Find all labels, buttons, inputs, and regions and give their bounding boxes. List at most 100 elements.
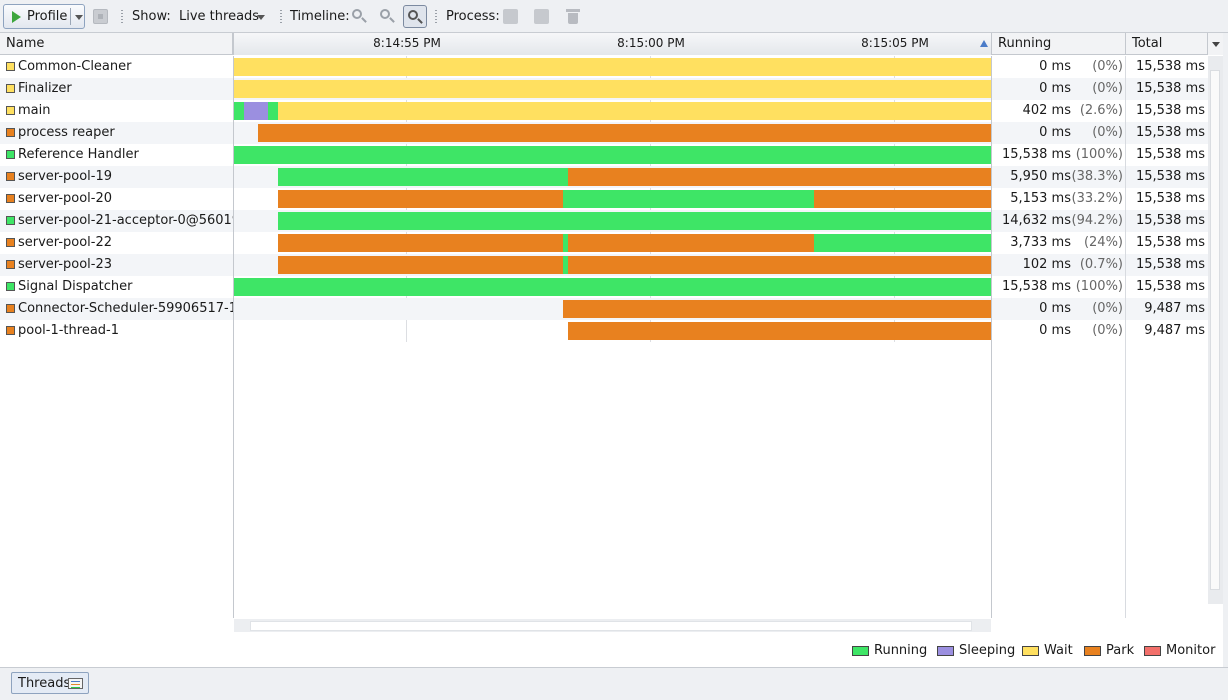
sort-ascending-icon — [980, 40, 988, 47]
table-row[interactable]: server-pool-20 5,153 ms (33.2%) 15,538 ms — [0, 188, 1208, 210]
scrollbar-thumb[interactable] — [1210, 70, 1220, 590]
column-menu-button[interactable] — [1207, 33, 1223, 55]
zoom-out-icon[interactable] — [379, 8, 395, 24]
column-header-name[interactable]: Name — [0, 33, 233, 55]
thread-state-swatch — [6, 62, 15, 71]
timeline-segment-wait — [278, 102, 991, 120]
legend-swatch — [1022, 646, 1039, 656]
timeline-segment-running — [234, 278, 991, 296]
running-percent: (0%) — [1092, 301, 1123, 316]
total-time: 15,538 ms — [1135, 125, 1205, 140]
table-row[interactable]: Signal Dispatcher 15,538 ms (100%) 15,538 m… — [0, 276, 1208, 298]
timeline-tick-label: 8:14:55 PM — [373, 36, 441, 50]
thread-name: process reaper — [18, 125, 115, 140]
total-time: 15,538 ms — [1135, 213, 1205, 228]
table-row[interactable]: server-pool-23 102 ms (0.7%) 15,538 ms — [0, 254, 1208, 276]
play-icon — [12, 11, 21, 23]
zoom-in-icon[interactable] — [351, 8, 367, 24]
profile-dropdown-arrow-icon[interactable] — [75, 15, 83, 20]
table-row[interactable]: server-pool-22 3,733 ms (24%) 15,538 ms — [0, 232, 1208, 254]
timeline-segment-park — [278, 234, 563, 252]
running-percent: (100%) — [1075, 147, 1123, 162]
thread-name: server-pool-19 — [18, 169, 113, 184]
trash-icon[interactable] — [566, 9, 580, 24]
running-time: 5,950 ms — [1010, 169, 1071, 184]
total-time: 15,538 ms — [1135, 147, 1205, 162]
running-time: 0 ms — [1039, 59, 1071, 74]
table-header: Name 8:14:55 PM 8:15:00 PM 8:15:05 PM Runn… — [0, 33, 1228, 55]
timeline-tick-label: 8:15:05 PM — [861, 36, 929, 50]
thread-timeline-track — [234, 254, 991, 276]
scrollbar-thumb[interactable] — [250, 621, 972, 631]
chevron-down-icon — [1212, 42, 1220, 47]
toolbar: Profile Show: Live threads Timeline: Pro… — [0, 0, 1228, 33]
running-time: 3,733 ms — [1010, 235, 1071, 250]
stop-icon[interactable] — [93, 9, 108, 24]
timeline-segment-park — [563, 300, 991, 318]
thread-timeline-track — [234, 232, 991, 254]
tab-threads[interactable]: Threads — [11, 672, 89, 694]
table-row[interactable]: pool-1-thread-1 0 ms (0%) 9,487 ms — [0, 320, 1208, 342]
total-time: 15,538 ms — [1135, 169, 1205, 184]
tab-threads-label: Threads — [18, 676, 71, 691]
thread-timeline-track — [234, 298, 991, 320]
table-row[interactable]: Finalizer 0 ms (0%) 15,538 ms — [0, 78, 1208, 100]
table-row[interactable]: server-pool-19 5,950 ms (38.3%) 15,538 ms — [0, 166, 1208, 188]
legend-label: Wait — [1044, 643, 1073, 658]
thread-state-swatch — [6, 128, 15, 137]
legend-swatch — [852, 646, 869, 656]
timeline-segment-park — [568, 168, 991, 186]
toolbar-separator — [280, 10, 282, 23]
process-label: Process: — [446, 9, 500, 24]
thread-dump-icon[interactable] — [503, 9, 518, 24]
toolbar-separator — [121, 10, 123, 23]
total-time: 9,487 ms — [1144, 323, 1205, 338]
running-percent: (0%) — [1092, 81, 1123, 96]
timeline-segment-running — [814, 234, 991, 252]
thread-name: Connector-Scheduler-59906517-1 — [18, 301, 233, 316]
threads-icon — [68, 678, 83, 689]
vertical-scrollbar[interactable] — [1208, 56, 1223, 604]
thread-state-swatch — [6, 282, 15, 291]
running-time: 15,538 ms — [1001, 147, 1071, 162]
timeline-horizontal-scrollbar[interactable] — [234, 619, 991, 632]
table-row[interactable]: server-pool-21-acceptor-0@560198d 14,632 … — [0, 210, 1208, 232]
table-row[interactable]: Connector-Scheduler-59906517-1 0 ms (0%) 9,… — [0, 298, 1208, 320]
legend-swatch — [1144, 646, 1161, 656]
timeline-segment-running — [563, 190, 814, 208]
total-time: 15,538 ms — [1135, 81, 1205, 96]
table-row[interactable]: Reference Handler 15,538 ms (100%) 15,538 m… — [0, 144, 1208, 166]
thread-name: main — [18, 103, 51, 118]
thread-state-swatch — [6, 106, 15, 115]
threads-table: Name 8:14:55 PM 8:15:00 PM 8:15:05 PM Runn… — [0, 33, 1228, 667]
thread-timeline-track — [234, 210, 991, 232]
show-dropdown[interactable]: Live threads — [179, 9, 259, 24]
thread-timeline-track — [234, 320, 991, 342]
legend-swatch — [937, 646, 954, 656]
table-row[interactable]: main 402 ms (2.6%) 15,538 ms — [0, 100, 1208, 122]
thread-name: Finalizer — [18, 81, 72, 96]
running-percent: (0%) — [1092, 323, 1123, 338]
thread-name: server-pool-20 — [18, 191, 113, 206]
timeline-segment-running — [278, 168, 568, 186]
timeline-segment-park — [568, 256, 991, 274]
running-time: 14,632 ms — [1001, 213, 1071, 228]
running-time: 102 ms — [1022, 257, 1071, 272]
timeline-tick-label: 8:15:00 PM — [617, 36, 685, 50]
thread-state-swatch — [6, 326, 15, 335]
thread-timeline-track — [234, 78, 991, 100]
column-header-timeline[interactable]: 8:14:55 PM 8:15:00 PM 8:15:05 PM — [233, 33, 992, 55]
running-percent: (38.3%) — [1071, 169, 1123, 184]
column-header-total[interactable]: Total — [1126, 33, 1208, 55]
heap-dump-icon[interactable] — [534, 9, 549, 24]
show-dropdown-arrow-icon[interactable] — [257, 15, 265, 20]
profile-button[interactable]: Profile — [3, 4, 85, 29]
column-header-running[interactable]: Running — [992, 33, 1126, 55]
thread-name: Signal Dispatcher — [18, 279, 133, 294]
table-row[interactable]: Common-Cleaner 0 ms (0%) 15,538 ms — [0, 56, 1208, 78]
table-row[interactable]: process reaper 0 ms (0%) 15,538 ms — [0, 122, 1208, 144]
thread-timeline-track — [234, 166, 991, 188]
zoom-fit-button[interactable] — [403, 5, 427, 28]
running-time: 5,153 ms — [1010, 191, 1071, 206]
running-time: 0 ms — [1039, 125, 1071, 140]
